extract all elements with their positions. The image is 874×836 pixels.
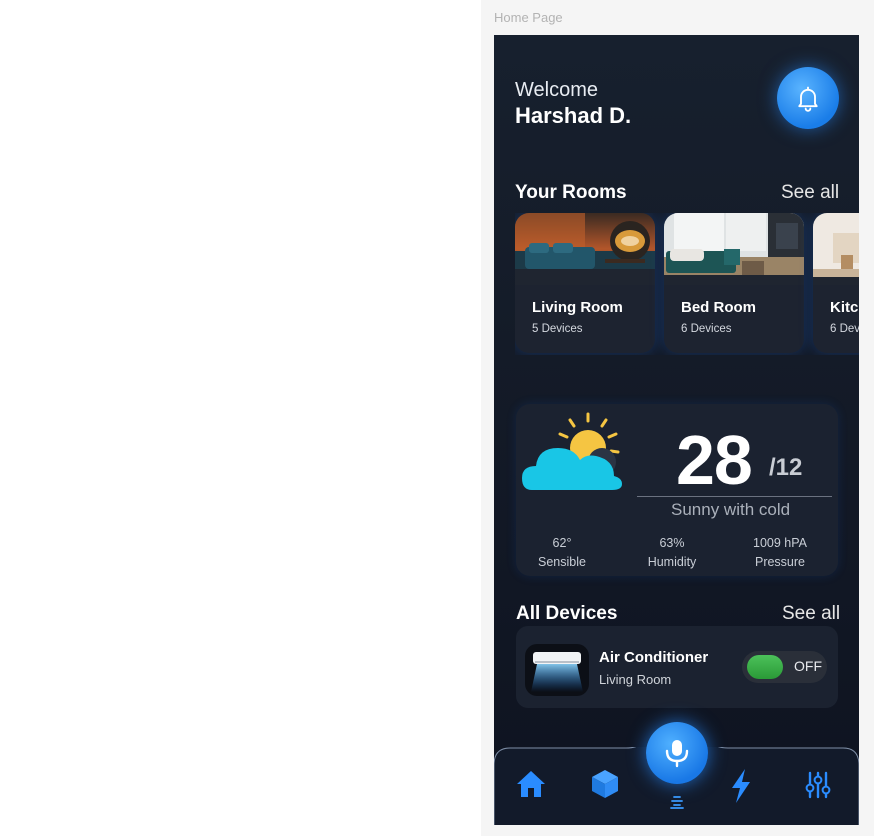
living-room-photo: [515, 213, 655, 285]
nav-devices[interactable]: [586, 766, 624, 802]
frame-label: Home Page: [494, 10, 563, 25]
device-room: Living Room: [599, 672, 672, 687]
nav-energy[interactable]: [723, 767, 759, 805]
lightning-icon: [732, 769, 750, 803]
home-icon: [517, 771, 545, 797]
nav-settings[interactable]: [800, 768, 836, 802]
temperature: 28: [676, 421, 753, 499]
weather-card: 28 /12 Sunny with cold 62° Sensible 63% …: [516, 404, 838, 576]
room-name: Kitchen: [830, 299, 859, 316]
menu-lines-icon: [670, 796, 684, 809]
air-conditioner-icon: [525, 644, 589, 696]
device-card-air-conditioner[interactable]: Air Conditioner Living Room OFF: [516, 626, 838, 708]
kitchen-photo: [813, 213, 859, 285]
devices-see-all-link[interactable]: See all: [782, 603, 840, 625]
stat-value: 62°: [552, 536, 572, 550]
room-card-bed-room[interactable]: Bed Room 6 Devices: [664, 213, 804, 353]
room-card-living-room[interactable]: Living Room 5 Devices: [515, 213, 655, 353]
weather-divider: [637, 496, 832, 497]
partly-cloudy-icon: [522, 412, 622, 490]
rooms-carousel[interactable]: Living Room 5 Devices Bed Room 6 Devices…: [515, 213, 859, 355]
temperature-low: /12: [769, 454, 803, 481]
design-canvas: Home Page Welcome Harshad D. Your Rooms …: [481, 0, 874, 836]
microphone-icon: [665, 740, 689, 768]
nav-home[interactable]: [512, 767, 550, 801]
room-device-count: 5 Devices: [532, 323, 583, 335]
cube-icon: [592, 770, 618, 798]
room-name: Bed Room: [681, 299, 756, 316]
notifications-button[interactable]: [777, 67, 839, 129]
voice-assistant-button[interactable]: [646, 722, 708, 784]
room-card-kitchen[interactable]: Kitchen 6 Devices: [813, 213, 859, 353]
stat-humidity: 63% Humidity: [627, 536, 717, 569]
rooms-see-all-link[interactable]: See all: [781, 182, 839, 204]
nav-menu[interactable]: [668, 795, 686, 809]
bell-icon: [798, 86, 818, 112]
room-name: Living Room: [532, 299, 623, 316]
rooms-section-title: Your Rooms: [515, 182, 627, 203]
greeting-text: Welcome: [515, 79, 598, 101]
toggle-knob: [747, 655, 783, 679]
device-name: Air Conditioner: [599, 649, 709, 666]
stat-value: 63%: [659, 536, 685, 550]
stat-sensible: 62° Sensible: [517, 536, 607, 569]
room-device-count: 6 Devices: [830, 323, 859, 335]
stat-label: Pressure: [754, 555, 806, 569]
stat-label: Humidity: [647, 555, 697, 569]
weather-condition: Sunny with cold: [671, 500, 791, 519]
device-power-toggle[interactable]: OFF: [742, 651, 827, 683]
toggle-state: OFF: [794, 658, 822, 674]
bed-room-photo: [664, 213, 804, 285]
phone-screen: Welcome Harshad D. Your Rooms See all Li…: [494, 35, 859, 825]
devices-section-title: All Devices: [516, 603, 618, 624]
stat-label: Sensible: [538, 555, 586, 569]
user-name: Harshad D.: [515, 103, 632, 128]
room-device-count: 6 Devices: [681, 323, 732, 335]
sliders-icon: [805, 771, 831, 799]
stat-value: 1009 hPA: [753, 536, 807, 550]
stat-pressure: 1009 hPA Pressure: [735, 536, 825, 569]
